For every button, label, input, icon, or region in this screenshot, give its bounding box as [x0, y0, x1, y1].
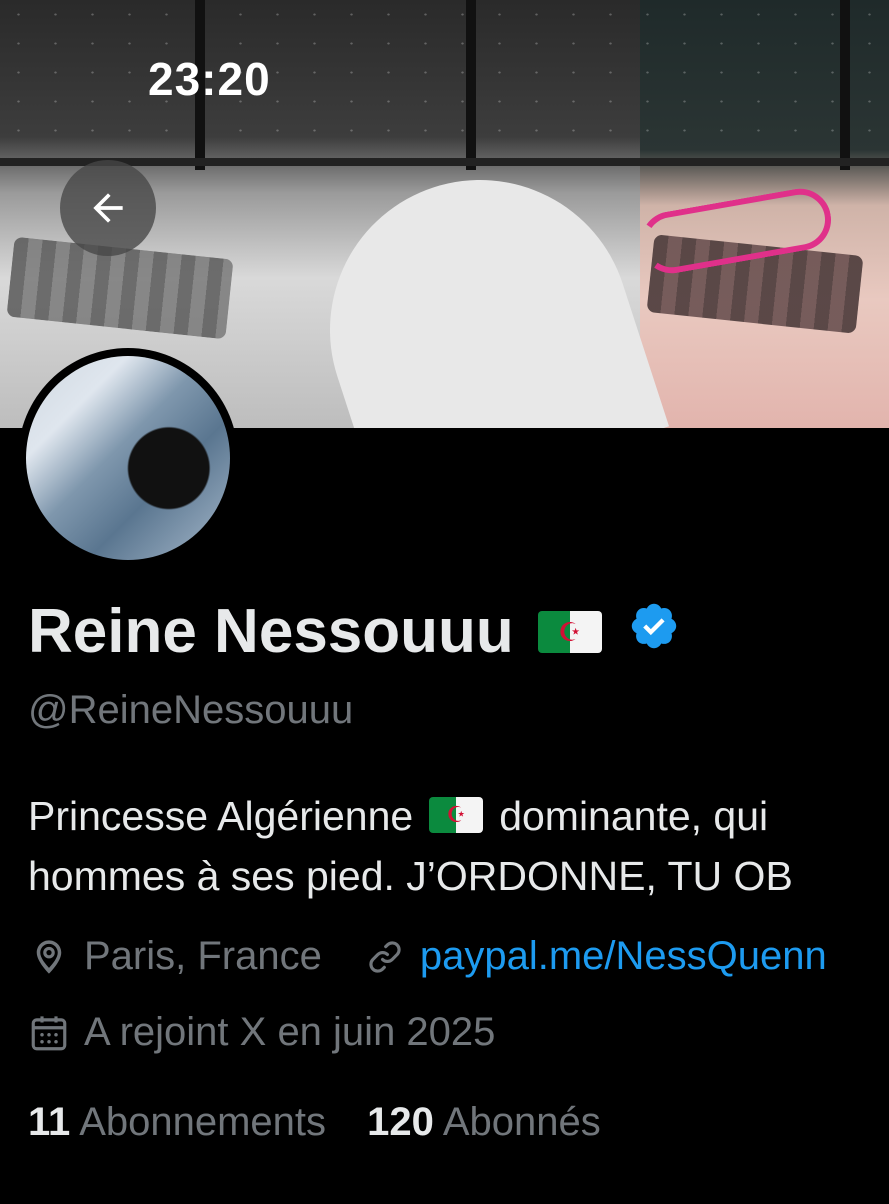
window-sill: [0, 158, 889, 166]
bio-text: Princesse Algérienne: [28, 793, 414, 839]
status-bar-time: 23:20: [148, 53, 271, 105]
joined-row: A rejoint X en juin 2025: [28, 1010, 495, 1055]
arrow-left-icon: [93, 193, 123, 223]
avatar-image: [26, 356, 230, 560]
bio-text: dominante, qui: [499, 793, 769, 839]
algeria-flag-icon: ☪: [429, 797, 484, 834]
profile-meta-row: Paris, France paypal.me/NessQuenn: [28, 934, 827, 979]
username-handle: @ReineNessouuu: [28, 688, 354, 732]
bio-line-2: hommes à ses pied. J’ORDONNE, TU OB: [28, 853, 793, 899]
back-button[interactable]: [60, 160, 156, 256]
website-link[interactable]: paypal.me/NessQuenn: [420, 934, 827, 979]
location-text: Paris, France: [84, 934, 322, 978]
follow-stats: 11 Abonnements 120 Abonnés: [28, 1100, 601, 1145]
location-pin-icon: [36, 939, 62, 974]
following-count: 11: [28, 1100, 71, 1144]
bio-line-1: Princesse Algérienne ☪ dominante, qui: [28, 786, 889, 846]
verified-badge-icon[interactable]: [628, 596, 680, 667]
window-frame: [840, 0, 850, 170]
window-frame: [466, 0, 476, 170]
avatar[interactable]: [18, 348, 238, 568]
followers-count: 120: [367, 1100, 434, 1144]
city-lights: [0, 0, 889, 150]
joined-date-text: A rejoint X en juin 2025: [84, 1010, 496, 1054]
algeria-flag-icon: ☪: [537, 610, 602, 653]
display-name-row: Reine Nessouuu ☪: [28, 596, 680, 667]
followers-count-link[interactable]: 120 Abonnés: [367, 1100, 601, 1144]
profile-bio: Princesse Algérienne ☪ dominante, qui homm…: [28, 786, 889, 906]
link-icon: [369, 940, 401, 973]
following-count-link[interactable]: 11 Abonnements: [28, 1100, 326, 1144]
followers-label: Abonnés: [442, 1100, 601, 1144]
display-name: Reine Nessouuu: [28, 597, 514, 666]
following-label: Abonnements: [79, 1100, 327, 1144]
calendar-icon: [31, 1015, 67, 1050]
